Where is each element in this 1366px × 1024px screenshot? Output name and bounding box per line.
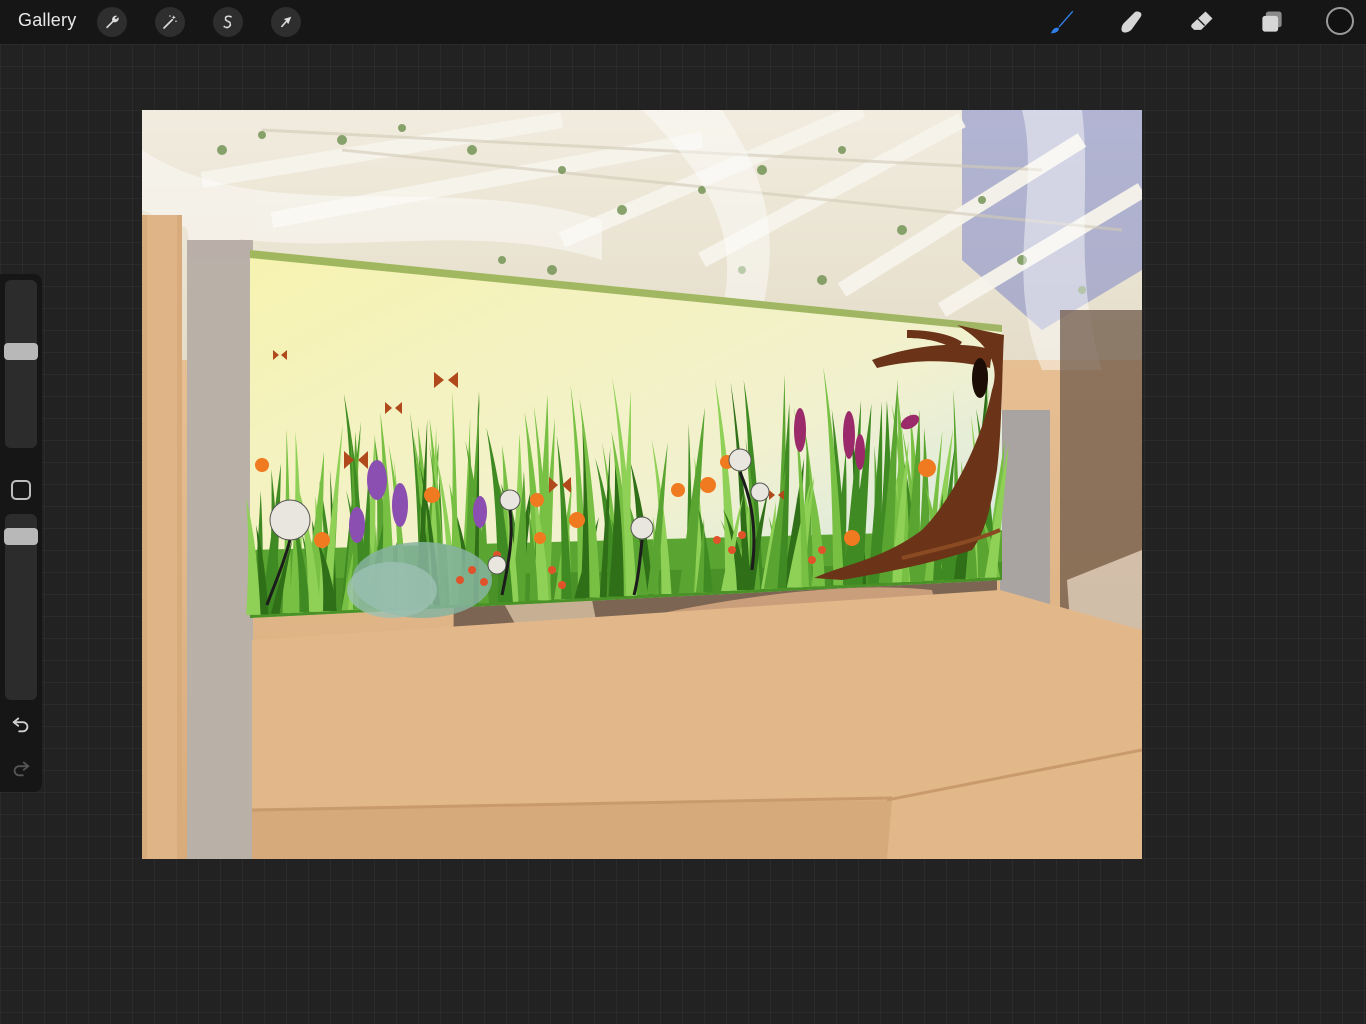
top-toolbar: Gallery [0, 0, 1366, 44]
artwork-illustration [142, 110, 1142, 859]
artwork-canvas[interactable] [142, 110, 1142, 859]
eraser-icon [1191, 11, 1213, 30]
brush-size-thumb[interactable] [4, 343, 38, 360]
gallery-button[interactable]: Gallery [18, 10, 76, 31]
left-sidebar [0, 274, 42, 792]
opacity-slider[interactable] [4, 514, 38, 700]
wrench-icon [106, 15, 119, 29]
redo-button[interactable] [9, 756, 33, 780]
redo-icon [13, 761, 30, 777]
undo-icon [12, 717, 29, 733]
color-picker-button[interactable] [1326, 7, 1354, 35]
opacity-thumb[interactable] [4, 528, 38, 545]
transform-button[interactable] [271, 7, 301, 37]
actions-button[interactable] [97, 7, 127, 37]
smudge-tool-button[interactable] [1116, 6, 1148, 38]
magic-wand-icon [163, 15, 177, 29]
undo-button[interactable] [9, 712, 33, 736]
layers-icon [1262, 11, 1282, 32]
selection-s-icon [223, 15, 232, 29]
layers-button[interactable] [1256, 6, 1288, 38]
smudge-icon [1121, 11, 1142, 33]
adjustments-button[interactable] [155, 7, 185, 37]
eraser-tool-button[interactable] [1186, 6, 1218, 38]
selection-button[interactable] [213, 7, 243, 37]
modify-button[interactable] [11, 480, 31, 500]
brush-size-slider[interactable] [4, 280, 38, 448]
brush-tool-button[interactable] [1046, 6, 1078, 38]
brush-icon [1050, 10, 1074, 34]
arrow-cursor-icon [280, 16, 292, 28]
